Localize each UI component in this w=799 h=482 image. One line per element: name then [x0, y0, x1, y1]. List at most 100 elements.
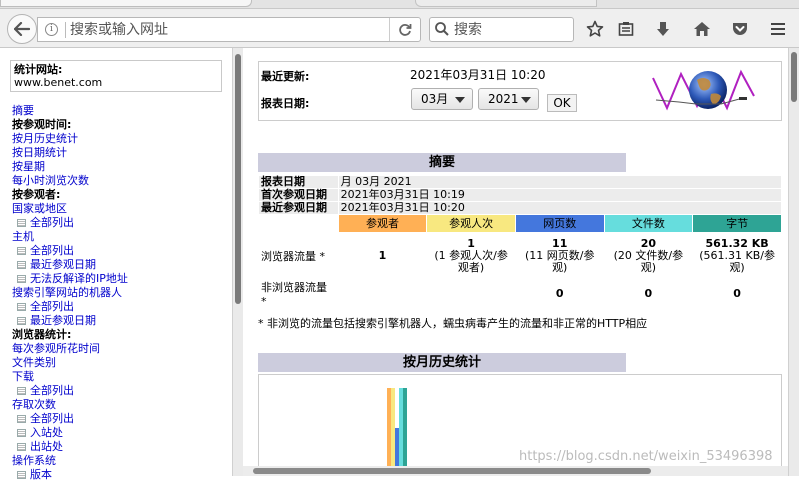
pages-cell: 11 (11 网页数/参观): [514, 232, 605, 279]
nav-link[interactable]: 摘要: [12, 104, 227, 118]
nav-label: 每小时浏览次数: [12, 174, 89, 187]
year-select[interactable]: 2021: [478, 88, 539, 110]
nav-label: 存取次数: [12, 398, 56, 411]
nav-menu: 摘要 按参观时间: 按月历史统计 按日期统计 按星期 每小时浏览次数 按参观者: 国家或地区全…: [12, 104, 227, 482]
col-header-visits: 参观人次: [426, 214, 516, 233]
back-button[interactable]: [7, 14, 37, 44]
star-icon: [586, 20, 604, 37]
list-bullet-icon: [17, 219, 26, 227]
nav-subitem[interactable]: 无法反解译的IP地址: [12, 272, 227, 286]
nav-subitem[interactable]: 全部列出: [12, 384, 227, 398]
nav-subitem[interactable]: 全部列出: [12, 244, 227, 258]
list-bullet-icon: [17, 471, 26, 479]
nav-subitem[interactable]: 最近参观日期: [12, 314, 227, 328]
info-icon[interactable]: i: [45, 23, 58, 36]
nav-link[interactable]: 下载: [12, 370, 227, 384]
nav-link[interactable]: 操作系统: [12, 454, 227, 468]
last-update-value: 2021年03月31日 10:20: [410, 68, 546, 82]
nb-files-value: 0: [644, 286, 653, 300]
horizontal-scrollbar[interactable]: [243, 466, 788, 476]
nav-subitem[interactable]: 最近参观日期: [12, 258, 227, 272]
nb-pages-value: 0: [555, 286, 564, 300]
csdn-watermark: https://blog.csdn.net/weixin_53496398: [519, 449, 773, 464]
nav-link[interactable]: 按日期统计: [12, 146, 227, 160]
nav-link[interactable]: 每次参观所花时间: [12, 342, 227, 356]
nav-link[interactable]: 搜索引擎网站的机器人: [12, 286, 227, 300]
nav-label: 全部列出: [30, 300, 74, 313]
visitors-cell: 1: [337, 232, 428, 279]
nav-link[interactable]: 主机: [12, 230, 227, 244]
nav-label: 按参观者:: [12, 188, 61, 201]
left-frame-scrollbar[interactable]: [232, 48, 243, 476]
browser-traffic-label: 浏览器流量 *: [258, 232, 339, 279]
summary-row-label: 报表日期: [258, 175, 339, 189]
history-section-title: 按月历史统计: [258, 353, 626, 372]
nav-link[interactable]: 按星期: [12, 160, 227, 174]
ok-button[interactable]: OK: [547, 94, 577, 112]
url-input[interactable]: [70, 20, 370, 39]
nav-label: 全部列出: [30, 384, 74, 397]
nav-subitem[interactable]: 出站处: [12, 440, 227, 454]
left-scroll-thumb[interactable]: [235, 54, 241, 304]
download-arrow-icon: [657, 22, 669, 36]
nav-label: 入站处: [30, 426, 63, 439]
stat-site-box: 统计网站: www.benet.com: [10, 60, 222, 92]
nav-subitem[interactable]: 全部列出: [12, 300, 227, 314]
bookmark-star-button[interactable]: [583, 18, 607, 40]
col-header-visitors: 参观者: [337, 214, 428, 233]
nav-link[interactable]: 按月历史统计: [12, 132, 227, 146]
empty-header-cell: [258, 214, 339, 233]
horizontal-scroll-thumb[interactable]: [253, 468, 651, 474]
summary-row-value: 2021年03月31日 10:20: [337, 201, 783, 215]
nav-label: 国家或地区: [12, 202, 67, 215]
visits-cell: 1 (1 参观人次/参观者): [426, 232, 516, 279]
nav-link[interactable]: 存取次数: [12, 398, 227, 412]
right-frame-scrollbar[interactable]: [788, 48, 799, 476]
empty-cell: [426, 278, 516, 309]
search-bar[interactable]: [429, 17, 574, 42]
nav-section-heading: 浏览器统计:: [12, 328, 227, 342]
empty-cell: [337, 278, 428, 309]
summary-table: 报表日期 月 03月 2021 首次参观日期 2021年03月31日 10:19…: [258, 175, 783, 309]
menu-button[interactable]: [766, 18, 790, 40]
home-button[interactable]: [690, 18, 714, 40]
home-icon: [694, 22, 710, 36]
nav-label: 主机: [12, 230, 34, 243]
month-select-value: 03月: [421, 92, 449, 106]
last-update-label: 最近更新:: [261, 70, 310, 83]
non-browser-traffic-label: 非浏览器流量 *: [258, 278, 339, 309]
pocket-button[interactable]: [728, 18, 752, 40]
nav-subitem[interactable]: 全部列出: [12, 216, 227, 230]
browser-tab[interactable]: [0, 0, 252, 7]
col-header-pages: 网页数: [514, 214, 605, 233]
pocket-icon: [733, 23, 747, 35]
report-header-box: 最近更新: 2021年03月31日 10:20 报表日期: 03月 2021 O…: [258, 61, 782, 121]
tab-strip: [0, 0, 799, 9]
table-row: 最近参观日期 2021年03月31日 10:20: [258, 201, 783, 215]
reading-list-button[interactable]: [614, 18, 638, 40]
nav-label: 全部列出: [30, 412, 74, 425]
nav-label: 出站处: [30, 440, 63, 453]
nav-link[interactable]: 每小时浏览次数: [12, 174, 227, 188]
browser-toolbar: i: [0, 9, 799, 48]
url-bar[interactable]: i: [37, 17, 421, 42]
right-scroll-thumb[interactable]: [791, 52, 797, 102]
clipboard-icon: [618, 22, 634, 36]
downloads-button[interactable]: [651, 18, 675, 40]
month-select[interactable]: 03月: [411, 88, 473, 110]
url-divider: [65, 22, 66, 38]
nav-link[interactable]: 文件类别: [12, 356, 227, 370]
table-row: 报表日期 月 03月 2021: [258, 175, 783, 189]
nav-label: 最近参观日期: [30, 258, 96, 271]
browser-tab-2[interactable]: [415, 0, 597, 7]
nav-subitem[interactable]: 全部列出: [12, 412, 227, 426]
nav-label: 版本: [30, 468, 52, 481]
bytes-cell: 561.32 KB (561.31 KB/参观): [692, 232, 782, 279]
nav-link[interactable]: 国家或地区: [12, 202, 227, 216]
search-input[interactable]: [454, 20, 569, 39]
nav-subitem[interactable]: 入站处: [12, 426, 227, 440]
search-icon: [435, 22, 449, 36]
nav-subitem[interactable]: 版本: [12, 468, 227, 482]
list-bullet-icon: [17, 415, 26, 423]
reload-button[interactable]: [389, 18, 420, 41]
